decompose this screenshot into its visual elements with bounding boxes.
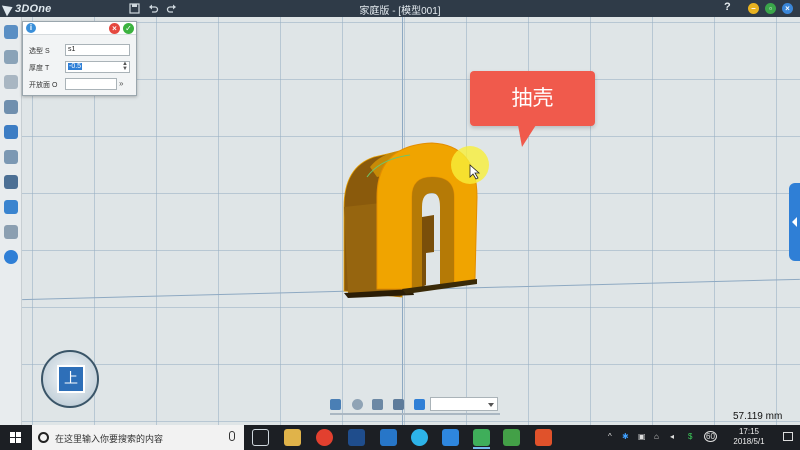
grouping-icon[interactable] xyxy=(4,225,18,239)
dialog-header: i × ✓ xyxy=(23,22,136,35)
tray-expand-icon[interactable]: ^ xyxy=(608,432,612,441)
view-cube[interactable]: 上 xyxy=(41,350,99,408)
sketch-edit-icon[interactable] xyxy=(4,75,18,89)
system-clock[interactable]: 17:15 2018/5/1 xyxy=(725,427,773,447)
zoom-icon[interactable] xyxy=(393,399,404,410)
tray-app-icon[interactable]: ▣ xyxy=(638,432,646,441)
shell-dialog: i × ✓ 选型 S s1 厚度 T -0.5 ▲ ▼ 开放面 O » xyxy=(22,21,137,96)
combination-edit-icon[interactable] xyxy=(4,175,18,189)
search-placeholder: 在这里输入你要搜索的内容 xyxy=(55,434,164,444)
auto-snap-icon[interactable] xyxy=(4,200,18,214)
side-panel-toggle[interactable] xyxy=(789,183,800,261)
view-all-icon[interactable] xyxy=(330,399,341,410)
expand-chevron-icon[interactable]: » xyxy=(119,79,123,88)
file-explorer-icon[interactable] xyxy=(284,429,301,446)
netease-music-icon[interactable] xyxy=(316,429,333,446)
help-button[interactable]: ? xyxy=(724,1,731,13)
basic-edit-icon[interactable] xyxy=(4,150,18,164)
distance-measure-icon[interactable] xyxy=(4,250,18,264)
notification-center-icon[interactable] xyxy=(783,432,793,441)
powershell-icon[interactable] xyxy=(348,429,365,446)
network-icon[interactable]: ⌂ xyxy=(654,432,659,441)
open-face-field[interactable] xyxy=(65,78,117,90)
vscode-icon[interactable] xyxy=(380,429,397,446)
clock-date: 2018/5/1 xyxy=(733,437,765,446)
callout-text: 抽壳 xyxy=(511,86,554,110)
qq-browser-icon[interactable] xyxy=(411,429,428,446)
shape-label: 选型 S xyxy=(29,48,50,55)
thickness-value: -0.5 xyxy=(68,63,83,70)
recorder-icon[interactable] xyxy=(535,429,552,446)
3done-taskbar-icon[interactable] xyxy=(473,429,490,446)
minimize-button[interactable]: – xyxy=(748,3,759,14)
open-face-label: 开放面 O xyxy=(29,82,58,89)
view-orientation-icon[interactable] xyxy=(352,399,363,410)
cortana-icon[interactable] xyxy=(38,432,49,443)
model-canvas xyxy=(343,142,489,298)
special-feature-icon[interactable] xyxy=(4,125,18,139)
callout-tail xyxy=(518,125,536,147)
maximize-button[interactable]: ▫ xyxy=(765,3,776,14)
taskbar-search[interactable]: 在这里输入你要搜索的内容 xyxy=(32,425,244,450)
shape-field[interactable]: s1 xyxy=(65,44,130,56)
stepper-icon[interactable]: ▲ ▼ xyxy=(122,61,128,72)
tray-badge[interactable]: 60 xyxy=(704,431,717,442)
task-view-icon[interactable] xyxy=(252,429,269,446)
clock-time: 17:15 xyxy=(738,427,760,436)
display-mode-icon[interactable] xyxy=(372,399,383,410)
render-mode-icon[interactable] xyxy=(414,399,425,410)
notes-app-icon[interactable] xyxy=(442,429,459,446)
thickness-field[interactable]: -0.5 ▲ ▼ xyxy=(65,61,130,73)
wechat-icon[interactable]: $ xyxy=(688,432,692,441)
active-app-indicator xyxy=(473,447,490,449)
close-button[interactable]: × xyxy=(782,3,793,14)
info-icon[interactable]: i xyxy=(26,23,36,33)
windows-start-icon[interactable] xyxy=(10,432,22,444)
confirm-button[interactable]: ✓ xyxy=(123,23,134,34)
measurement-readout: 57.119 mm xyxy=(733,411,783,422)
sketch-icon[interactable] xyxy=(4,50,18,64)
title-bar: 3DOne 家庭版 - [模型001] ? – ▫ × xyxy=(0,0,800,17)
microphone-icon[interactable] xyxy=(229,431,235,441)
volume-icon[interactable]: ◂ xyxy=(670,432,674,441)
thickness-label: 厚度 T xyxy=(29,65,50,72)
feature-modeling-icon[interactable] xyxy=(4,100,18,114)
3d-viewport[interactable] xyxy=(22,17,800,425)
taskbar: 在这里输入你要搜索的内容 ^ ✱ ▣ ⌂ ◂ $ 60 17:15 2018/5… xyxy=(0,425,800,450)
view-cube-face[interactable]: 上 xyxy=(57,365,85,393)
view-toolbar xyxy=(322,396,500,413)
window-title: 家庭版 - [模型001] xyxy=(359,6,441,17)
view-toolbar-rail xyxy=(330,413,500,415)
left-toolbar xyxy=(0,17,22,425)
camtasia-icon[interactable] xyxy=(503,429,520,446)
cancel-button[interactable]: × xyxy=(109,23,120,34)
bluetooth-icon[interactable]: ✱ xyxy=(622,432,629,441)
basic-shapes-icon[interactable] xyxy=(4,25,18,39)
filter-select[interactable] xyxy=(430,397,498,411)
